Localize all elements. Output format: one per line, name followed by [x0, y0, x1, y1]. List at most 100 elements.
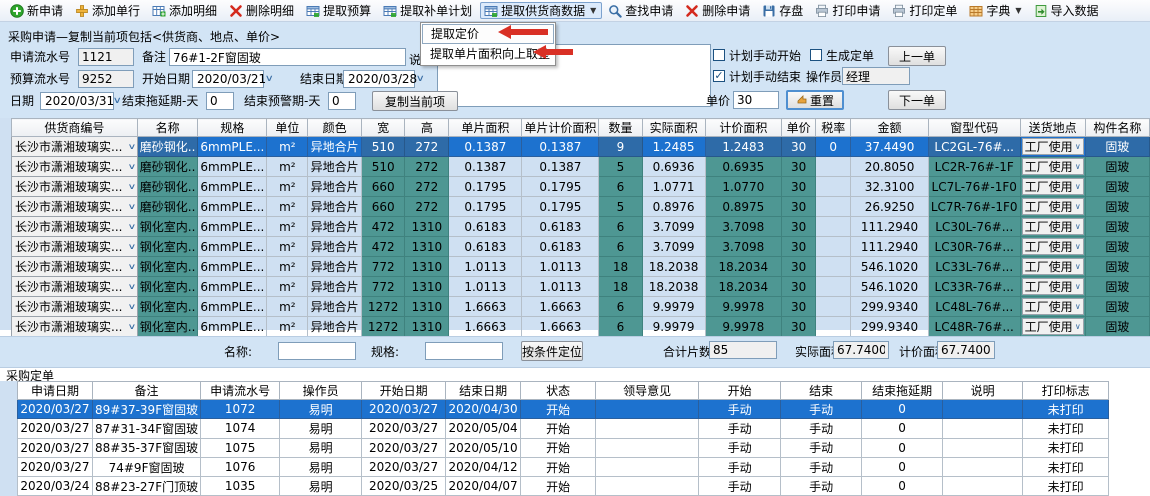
- supplier-combo-cell[interactable]: 长沙市潇湘玻璃实...∨: [12, 297, 138, 317]
- column-header[interactable]: 窗型代码: [928, 119, 1020, 137]
- supplier-combo-cell[interactable]: 长沙市潇湘玻璃实...∨: [12, 237, 138, 257]
- budget-serial-input[interactable]: [78, 70, 134, 88]
- table-row[interactable]: 长沙市潇湘玻璃实...∨钢化室内..6mmPLE...m²异地合片1272131…: [12, 317, 1150, 337]
- column-header[interactable]: 构件名称: [1085, 119, 1149, 137]
- column-header[interactable]: 金额: [851, 119, 929, 137]
- column-header[interactable]: 开始日期: [362, 382, 446, 400]
- column-header[interactable]: 高: [405, 119, 449, 137]
- toolbar-button-delete-detail[interactable]: 删除明细: [225, 2, 300, 19]
- prev-order-button[interactable]: 上一单: [888, 46, 946, 66]
- toolbar-button-import-data[interactable]: 导入数据: [1030, 2, 1105, 19]
- operator-input[interactable]: [842, 67, 910, 85]
- column-header[interactable]: 送货地点: [1020, 119, 1085, 137]
- delivery-combo-cell[interactable]: 工厂使用∨: [1020, 137, 1085, 157]
- column-header[interactable]: 结束拖延期: [862, 382, 943, 400]
- column-header[interactable]: 单价: [782, 119, 816, 137]
- column-header[interactable]: 操作员: [280, 382, 362, 400]
- actual-area-input[interactable]: [833, 341, 889, 359]
- toolbar-button-extract-budget[interactable]: 提取预算: [302, 2, 377, 19]
- date-combo[interactable]: 2020/03/31∨: [40, 92, 114, 110]
- table-row[interactable]: 长沙市潇湘玻璃实...∨钢化室内..6mmPLE...m²异地合片7721310…: [12, 277, 1150, 297]
- column-header[interactable]: 结束: [781, 382, 862, 400]
- table-row[interactable]: 长沙市潇湘玻璃实...∨钢化室内..6mmPLE...m²异地合片1272131…: [12, 297, 1150, 317]
- table-row[interactable]: 长沙市潇湘玻璃实...∨磨砂钢化..6mmPLE...m²异地合片5102720…: [12, 137, 1150, 157]
- supplier-combo-cell[interactable]: 长沙市潇湘玻璃实...∨: [12, 317, 138, 337]
- toolbar-button-find-request[interactable]: 查找申请: [604, 2, 679, 19]
- table-row[interactable]: 长沙市潇湘玻璃实...∨钢化室内..6mmPLE...m²异地合片7721310…: [12, 257, 1150, 277]
- table-row[interactable]: 长沙市潇湘玻璃实...∨磨砂钢化..6mmPLE...m²异地合片6602720…: [12, 197, 1150, 217]
- table-row[interactable]: 长沙市潇湘玻璃实...∨磨砂钢化..6mmPLE...m²异地合片6602720…: [12, 177, 1150, 197]
- supplier-combo-cell[interactable]: 长沙市潇湘玻璃实...∨: [12, 217, 138, 237]
- delivery-combo-cell[interactable]: 工厂使用∨: [1020, 197, 1085, 217]
- column-header[interactable]: 供货商编号: [12, 119, 138, 137]
- delay-input[interactable]: [206, 92, 234, 110]
- unit-price-input[interactable]: [733, 91, 779, 109]
- toolbar-button-save[interactable]: 存盘: [758, 2, 809, 19]
- delivery-combo-cell[interactable]: 工厂使用∨: [1020, 297, 1085, 317]
- total-pieces-input[interactable]: [709, 341, 777, 359]
- table-row[interactable]: 2020/03/2789#37-39F窗固玻1072易明2020/03/2720…: [18, 400, 1109, 419]
- supplier-combo-cell[interactable]: 长沙市潇湘玻璃实...∨: [12, 137, 138, 157]
- column-header[interactable]: 结束日期: [446, 382, 521, 400]
- column-header[interactable]: 计价面积: [705, 119, 781, 137]
- reset-button[interactable]: 重置: [786, 90, 844, 110]
- locator-spec-input[interactable]: [425, 342, 503, 360]
- column-header[interactable]: 单片面积: [449, 119, 522, 137]
- column-header[interactable]: 数量: [599, 119, 642, 137]
- delivery-combo-cell[interactable]: 工厂使用∨: [1020, 157, 1085, 177]
- gen-order-checkbox[interactable]: [810, 49, 822, 61]
- supplier-combo-cell[interactable]: 长沙市潇湘玻璃实...∨: [12, 177, 138, 197]
- delivery-combo-cell[interactable]: 工厂使用∨: [1020, 237, 1085, 257]
- column-header[interactable]: 状态: [521, 382, 596, 400]
- locate-by-condition-button[interactable]: 按条件定位: [521, 341, 583, 361]
- table-row[interactable]: 2020/03/2788#35-37F窗固玻1075易明2020/03/2720…: [18, 438, 1109, 457]
- serial-input[interactable]: [78, 48, 134, 66]
- column-header[interactable]: 打印标志: [1023, 382, 1109, 400]
- toolbar-button-new-request[interactable]: 新申请: [6, 2, 69, 19]
- delivery-combo-cell[interactable]: 工厂使用∨: [1020, 317, 1085, 337]
- delivery-combo-cell[interactable]: 工厂使用∨: [1020, 177, 1085, 197]
- note-input[interactable]: [169, 48, 406, 66]
- end-date-combo[interactable]: 2020/03/28∨: [343, 70, 415, 88]
- toolbar-button-print-request[interactable]: 打印申请: [811, 2, 886, 19]
- table-row[interactable]: 2020/03/2488#23-27F门顶玻1035易明2020/03/2520…: [18, 477, 1109, 496]
- toolbar-button-add-row[interactable]: 添加单行: [71, 2, 146, 19]
- column-header[interactable]: 备注: [93, 382, 201, 400]
- column-header[interactable]: 领导意见: [596, 382, 699, 400]
- column-header[interactable]: 实际面积: [642, 119, 705, 137]
- table-row[interactable]: 长沙市潇湘玻璃实...∨钢化室内..6mmPLE...m²异地合片4721310…: [12, 217, 1150, 237]
- column-header[interactable]: 税率: [816, 119, 851, 137]
- toolbar-button-add-detail[interactable]: 添加明细: [148, 2, 223, 19]
- supplier-combo-cell[interactable]: 长沙市潇湘玻璃实...∨: [12, 197, 138, 217]
- column-header[interactable]: 单片计价面积: [522, 119, 599, 137]
- column-header[interactable]: 规格: [198, 119, 267, 137]
- column-header[interactable]: 名称: [137, 119, 198, 137]
- column-header[interactable]: 说明: [943, 382, 1023, 400]
- table-row[interactable]: 长沙市潇湘玻璃实...∨钢化室内..6mmPLE...m²异地合片4721310…: [12, 237, 1150, 257]
- toolbar-button-dictionary[interactable]: 字典▼: [965, 2, 1027, 19]
- delivery-combo-cell[interactable]: 工厂使用∨: [1020, 277, 1085, 297]
- toolbar-button-extract-supplier-data[interactable]: 提取供货商数据▼: [480, 2, 602, 19]
- copy-current-button[interactable]: 复制当前项: [372, 91, 458, 111]
- supplier-combo-cell[interactable]: 长沙市潇湘玻璃实...∨: [12, 257, 138, 277]
- supplier-combo-cell[interactable]: 长沙市潇湘玻璃实...∨: [12, 157, 138, 177]
- column-header[interactable]: 申请日期: [18, 382, 93, 400]
- warn-input[interactable]: [328, 92, 356, 110]
- table-row[interactable]: 2020/03/2774#9F窗固玻1076易明2020/03/272020/0…: [18, 457, 1109, 476]
- toolbar-button-extract-supplement-plan[interactable]: 提取补单计划: [379, 2, 478, 19]
- delivery-combo-cell[interactable]: 工厂使用∨: [1020, 257, 1085, 277]
- table-row[interactable]: 2020/03/2787#31-34F窗固玻1074易明2020/03/2720…: [18, 419, 1109, 438]
- supplier-combo-cell[interactable]: 长沙市潇湘玻璃实...∨: [12, 277, 138, 297]
- next-order-button[interactable]: 下一单: [888, 90, 946, 110]
- plan-manual-start-checkbox[interactable]: [713, 49, 725, 61]
- column-header[interactable]: 颜色: [308, 119, 362, 137]
- column-header[interactable]: 申请流水号: [201, 382, 280, 400]
- column-header[interactable]: 开始: [699, 382, 781, 400]
- locator-name-input[interactable]: [278, 342, 356, 360]
- toolbar-button-delete-request[interactable]: 删除申请: [681, 2, 756, 19]
- delivery-combo-cell[interactable]: 工厂使用∨: [1020, 217, 1085, 237]
- table-row[interactable]: 长沙市潇湘玻璃实...∨磨砂钢化..6mmPLE...m²异地合片5102720…: [12, 157, 1150, 177]
- plan-manual-end-checkbox[interactable]: ✓: [713, 70, 725, 82]
- toolbar-button-print-order[interactable]: 打印定单: [888, 2, 963, 19]
- column-header[interactable]: 宽: [362, 119, 405, 137]
